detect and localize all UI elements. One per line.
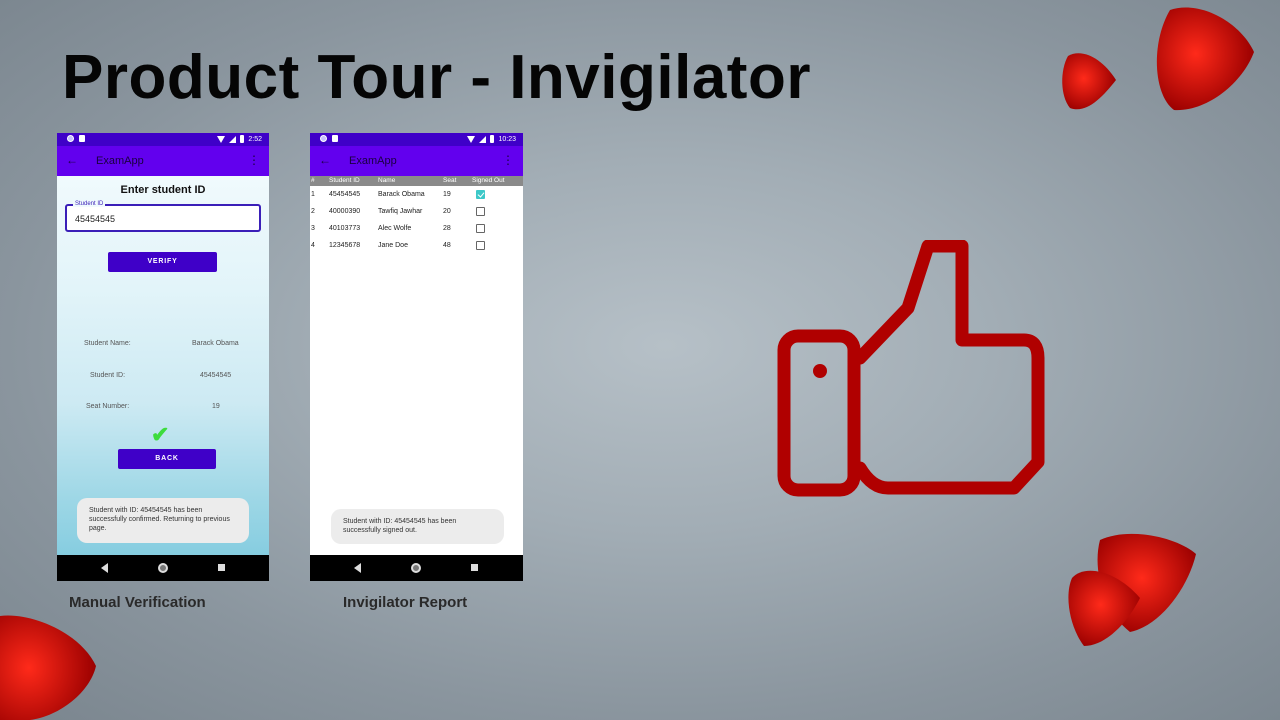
- student-id-info-label: Student ID:: [90, 372, 126, 379]
- back-arrow-icon[interactable]: ←: [66, 153, 78, 167]
- toast-message: Student with ID: 45454545 has been succe…: [77, 498, 249, 543]
- row-seat: 48: [443, 242, 451, 249]
- status-time: 10:23: [498, 135, 516, 143]
- caption-invigilator-report: Invigilator Report: [343, 594, 468, 611]
- row-seat: 19: [443, 191, 451, 198]
- notification-icon: [67, 135, 74, 142]
- signed-out-checkbox[interactable]: [476, 241, 485, 250]
- back-button[interactable]: BACK: [118, 449, 216, 469]
- thumbs-up-icon: [777, 240, 1045, 497]
- battery-icon: [490, 135, 495, 143]
- column-header-number: #: [311, 177, 315, 184]
- status-bar: 2:52: [57, 133, 269, 146]
- row-student-id: 40103773: [329, 225, 361, 232]
- verification-content: Enter student ID Student ID 45454545 VER…: [57, 176, 269, 555]
- column-header-name: Name: [378, 177, 396, 184]
- status-time: 2:52: [248, 135, 262, 143]
- row-seat: 28: [443, 225, 451, 232]
- sd-card-icon: [79, 135, 85, 142]
- report-content: # Student ID Name Seat Signed Out 1 4545…: [310, 176, 523, 555]
- battery-icon: [240, 135, 245, 143]
- nav-back-icon[interactable]: [354, 563, 361, 573]
- signal-icon: [229, 135, 237, 143]
- slide-title: Product Tour - Invigilator: [62, 43, 811, 112]
- status-bar: 10:23: [310, 133, 523, 146]
- nav-recents-icon[interactable]: [471, 564, 478, 571]
- app-bar: ← ExamApp ⋮: [57, 146, 269, 176]
- app-title: ExamApp: [96, 155, 144, 167]
- table-row: 2 40000390 Tawfiq Jawhar 20: [310, 204, 523, 220]
- row-name: Tawfiq Jawhar: [378, 208, 423, 215]
- verify-button[interactable]: VERIFY: [108, 252, 217, 272]
- row-number: 3: [311, 225, 315, 232]
- decorative-blob-top-small: [1062, 53, 1116, 110]
- checkmark-icon: ✔: [151, 422, 170, 447]
- student-name-value: Barack Obama: [192, 340, 239, 347]
- decorative-blob-bottom-left: [0, 615, 96, 720]
- toast-message: Student with ID: 45454545 has been succe…: [331, 509, 504, 544]
- row-student-id: 12345678: [329, 242, 361, 249]
- column-header-signed-out: Signed Out: [472, 177, 505, 184]
- column-header-student-id: Student ID: [329, 177, 360, 184]
- screen-heading: Enter student ID: [120, 184, 206, 196]
- nav-home-icon[interactable]: [411, 563, 421, 573]
- row-name: Jane Doe: [378, 242, 408, 249]
- student-id-info-value: 45454545: [200, 372, 232, 379]
- signed-out-checkbox[interactable]: [476, 190, 485, 199]
- wifi-icon: [467, 135, 476, 143]
- back-arrow-icon[interactable]: ←: [319, 153, 331, 167]
- row-student-id: 45454545: [329, 191, 361, 198]
- row-name: Barack Obama: [378, 191, 425, 198]
- phone-invigilator-report: 10:23 ← ExamApp ⋮ # Student ID Name Seat…: [310, 133, 523, 581]
- table-header: # Student ID Name Seat Signed Out: [310, 176, 523, 186]
- column-header-seat: Seat: [443, 177, 457, 184]
- notification-icon: [320, 135, 327, 142]
- seat-number-label: Seat Number:: [86, 403, 130, 410]
- overflow-menu-icon[interactable]: ⋮: [248, 153, 260, 167]
- app-bar: ← ExamApp ⋮: [310, 146, 523, 176]
- signed-out-checkbox[interactable]: [476, 224, 485, 233]
- caption-manual-verification: Manual Verification: [69, 594, 206, 611]
- nav-back-icon[interactable]: [101, 563, 108, 573]
- row-number: 2: [311, 208, 315, 215]
- row-name: Alec Wolfe: [378, 225, 412, 232]
- app-title: ExamApp: [349, 155, 397, 167]
- table-row: 1 45454545 Barack Obama 19: [310, 187, 523, 203]
- student-name-label: Student Name:: [84, 340, 131, 347]
- row-number: 1: [311, 191, 315, 198]
- android-nav-bar: [310, 555, 523, 581]
- row-student-id: 40000390: [329, 208, 361, 215]
- decorative-blob-bottom-right-front: [1068, 570, 1140, 646]
- phone-manual-verification: 2:52 ← ExamApp ⋮ Enter student ID Studen…: [57, 133, 269, 581]
- signal-icon: [479, 135, 487, 143]
- table-row: 4 12345678 Jane Doe 48: [310, 238, 523, 254]
- row-seat: 20: [443, 208, 451, 215]
- student-id-field[interactable]: Student ID 45454545: [65, 201, 261, 232]
- sd-card-icon: [332, 135, 338, 142]
- seat-number-value: 19: [212, 403, 220, 410]
- overflow-menu-icon[interactable]: ⋮: [502, 153, 514, 167]
- row-number: 4: [311, 242, 315, 249]
- student-id-value: 45454545: [75, 214, 116, 224]
- decorative-blob-top-large: [1156, 7, 1254, 111]
- wifi-icon: [217, 135, 226, 143]
- table-row: 3 40103773 Alec Wolfe 28: [310, 221, 523, 237]
- android-nav-bar: [57, 555, 269, 581]
- student-id-label: Student ID: [73, 201, 106, 207]
- signed-out-checkbox[interactable]: [476, 207, 485, 216]
- nav-recents-icon[interactable]: [218, 564, 225, 571]
- nav-home-icon[interactable]: [158, 563, 168, 573]
